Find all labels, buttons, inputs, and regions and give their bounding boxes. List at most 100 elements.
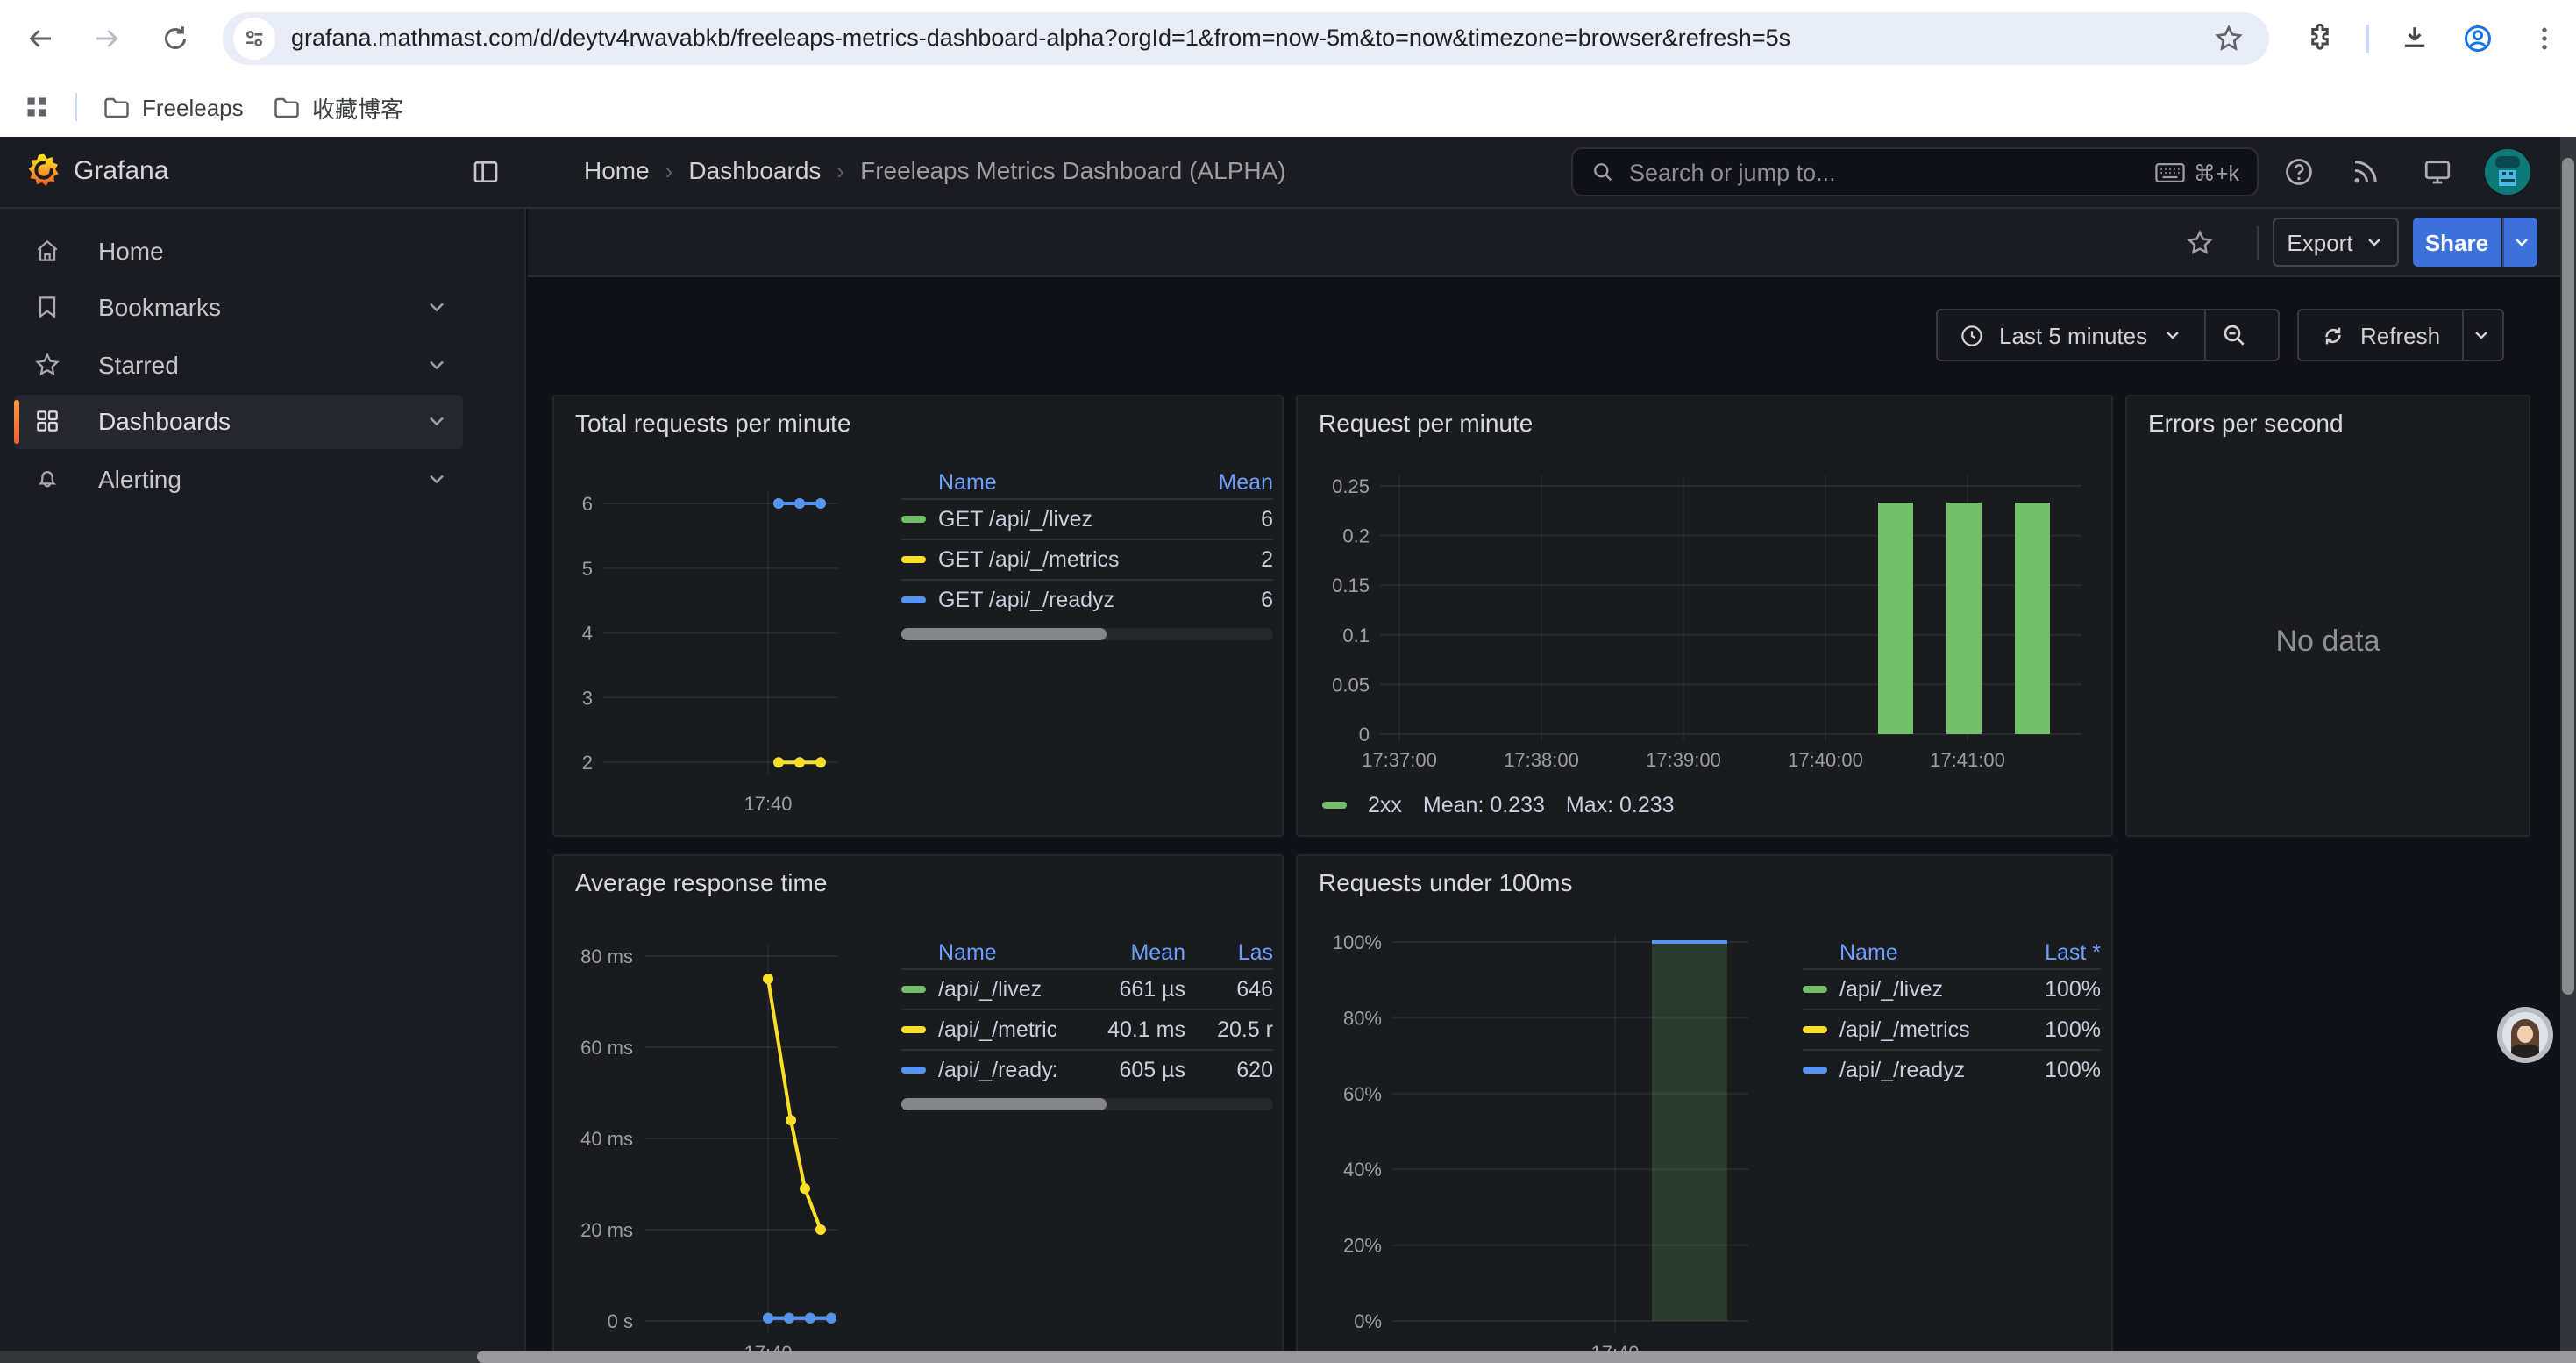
assistant-avatar[interactable]	[2497, 1007, 2553, 1063]
breadcrumb: Home›Dashboards›Freeleaps Metrics Dashbo…	[584, 156, 1286, 184]
legend-col-mean: Mean	[1175, 470, 1273, 495]
browser-window: grafana.mathmast.com/d/deytv4rwavabkb/fr…	[0, 0, 2576, 1363]
refresh-interval-dropdown[interactable]	[2463, 310, 2500, 360]
menu-icon[interactable]	[2529, 23, 2560, 54]
grafana-logo-icon[interactable]	[26, 153, 61, 188]
legend-row[interactable]: /api/_/readyz605 µs620	[901, 1049, 1273, 1089]
legend-col-last: Last *	[1989, 940, 2101, 965]
legend-header: NameLast *	[1803, 937, 2101, 968]
legend-row[interactable]: /api/_/livez661 µs646	[901, 968, 1273, 1009]
sidebar-toggle-icon[interactable]	[472, 158, 500, 186]
legend-value: 100%	[1989, 1017, 2101, 1042]
page-scrollbar-thumb[interactable]	[2562, 158, 2574, 995]
sidebar: Home Bookmarks Starred DashboardsAlerting	[0, 209, 526, 1363]
legend-scrollbar[interactable]	[901, 1098, 1273, 1110]
sidebar-item-bookmarks[interactable]: Bookmarks	[14, 280, 463, 334]
chevron-down-icon	[424, 295, 449, 319]
legend-scrollbar-thumb[interactable]	[901, 628, 1106, 640]
sidebar-item-label: Starred	[98, 350, 424, 378]
legend-value: 6	[1175, 588, 1273, 612]
bookmark-folder[interactable]: Freeleaps	[93, 88, 254, 126]
legend-series-name: /api/_/livez	[1839, 977, 1989, 1002]
apps-grid-icon[interactable]	[25, 95, 49, 119]
address-bar[interactable]: grafana.mathmast.com/d/deytv4rwavabkb/fr…	[223, 12, 2269, 65]
chevron-down-icon	[424, 409, 449, 433]
legend-value: 605 µs	[1056, 1058, 1185, 1082]
search-input[interactable]: Search or jump to... ⌘+k	[1571, 147, 2259, 196]
legend-value: 100%	[1989, 1058, 2101, 1082]
legend-swatch	[1803, 1067, 1827, 1074]
folder-icon	[103, 96, 130, 118]
legend-row[interactable]: GET /api/_/metrics2	[901, 539, 1273, 579]
sidebar-item-alerting[interactable]: Alerting	[14, 451, 463, 505]
requests-under-100ms-chart[interactable]: 100%80%60%40%20%0%17:40	[1298, 856, 2113, 1363]
bookmarks-divider	[75, 93, 77, 121]
apps-icon	[33, 407, 61, 435]
request-per-minute-chart[interactable]: 0.250.20.150.10.05017:37:0017:38:0017:39…	[1298, 396, 2113, 837]
zoom-out-button[interactable]	[2205, 310, 2263, 360]
forward-icon[interactable]	[91, 23, 123, 54]
legend-series-name[interactable]: 2xx	[1368, 793, 1402, 817]
extensions-icon[interactable]	[2304, 23, 2336, 54]
profile-icon[interactable]	[2462, 23, 2494, 54]
panel-total-requests[interactable]: Total requests per minute 6543217:40 Nam…	[552, 395, 1284, 837]
search-shortcut: ⌘+k	[2155, 159, 2239, 185]
panel-requests-under-100ms[interactable]: Requests under 100ms 100%80%60%40%20%0%1…	[1296, 854, 2113, 1363]
bookmark-star-icon[interactable]	[2213, 23, 2245, 54]
user-avatar[interactable]	[2485, 149, 2530, 195]
legend-inline[interactable]: 2xxMean: 0.233Max: 0.233	[1322, 793, 1675, 817]
refresh-button[interactable]: Refresh	[2299, 310, 2461, 360]
breadcrumb-separator: ›	[821, 157, 860, 183]
breadcrumb-item[interactable]: Home	[584, 156, 650, 184]
grafana-header: Grafana Home›Dashboards›Freeleaps Metric…	[0, 137, 2576, 209]
panel-average-response-time[interactable]: Average response time 80 ms60 ms40 ms20 …	[552, 854, 1284, 1363]
legend-series-name: /api/_/readyz	[1839, 1058, 1989, 1082]
help-icon[interactable]	[2283, 156, 2315, 188]
legend-row[interactable]: /api/_/readyz100%	[1803, 1049, 2101, 1089]
grafana-brand[interactable]: Grafana	[74, 156, 168, 186]
svg-text:0.25: 0.25	[1332, 475, 1370, 497]
time-range-picker[interactable]: Last 5 minutes	[1938, 310, 2203, 360]
legend-scrollbar[interactable]	[901, 628, 1273, 640]
legend-col-mean: Mean	[1056, 940, 1185, 965]
panel-errors-per-second[interactable]: Errors per second No data	[2125, 395, 2530, 837]
back-icon[interactable]	[25, 23, 56, 54]
sidebar-item-starred[interactable]: Starred	[14, 337, 463, 391]
legend-value: 100%	[1989, 977, 2101, 1002]
download-icon[interactable]	[2399, 23, 2430, 54]
breadcrumb-item[interactable]: Freeleaps Metrics Dashboard (ALPHA)	[860, 156, 1286, 184]
favorite-star-icon[interactable]	[2185, 228, 2215, 258]
legend-swatch	[901, 516, 926, 524]
svg-text:3: 3	[582, 687, 593, 709]
breadcrumb-item[interactable]: Dashboards	[688, 156, 821, 184]
export-button[interactable]: Export	[2273, 218, 2399, 267]
legend-row[interactable]: GET /api/_/livez6	[901, 498, 1273, 539]
legend-series-name: GET /api/_/readyz	[938, 588, 1175, 612]
legend-series-name: /api/_/livez	[938, 977, 1056, 1002]
url-text[interactable]: grafana.mathmast.com/d/deytv4rwavabkb/fr…	[291, 12, 1790, 65]
rss-icon[interactable]	[2350, 156, 2381, 188]
panel-title[interactable]: Errors per second	[2148, 409, 2344, 437]
legend-series-name: GET /api/_/livez	[938, 507, 1175, 532]
sidebar-item-home[interactable]: Home	[14, 223, 463, 277]
legend-row[interactable]: /api/_/metrics100%	[1803, 1009, 2101, 1049]
legend-header: NameMean	[901, 467, 1273, 498]
zoom-out-icon	[2220, 321, 2248, 349]
monitor-icon[interactable]	[2422, 156, 2453, 188]
horizontal-scrollbar-thumb[interactable]	[477, 1351, 2576, 1363]
reload-icon[interactable]	[160, 23, 191, 54]
legend-row[interactable]: /api/_/metrics40.1 ms20.5 r	[901, 1009, 1273, 1049]
share-dropdown-button[interactable]	[2502, 218, 2537, 267]
legend-swatch	[1322, 802, 1347, 810]
legend-scrollbar-thumb[interactable]	[901, 1098, 1106, 1110]
legend-col-name: Name	[938, 940, 1056, 965]
sidebar-item-label: Bookmarks	[98, 293, 424, 321]
site-settings-icon[interactable]	[233, 18, 275, 60]
share-button[interactable]: Share	[2413, 218, 2501, 267]
bookmark-folder[interactable]: 收藏博客	[263, 88, 414, 126]
panel-request-per-minute[interactable]: Request per minute 0.250.20.150.10.05017…	[1296, 395, 2113, 837]
legend-row[interactable]: GET /api/_/readyz6	[901, 579, 1273, 619]
svg-text:17:40: 17:40	[744, 793, 792, 815]
legend-row[interactable]: /api/_/livez100%	[1803, 968, 2101, 1009]
sidebar-item-dashboards[interactable]: Dashboards	[14, 394, 463, 448]
